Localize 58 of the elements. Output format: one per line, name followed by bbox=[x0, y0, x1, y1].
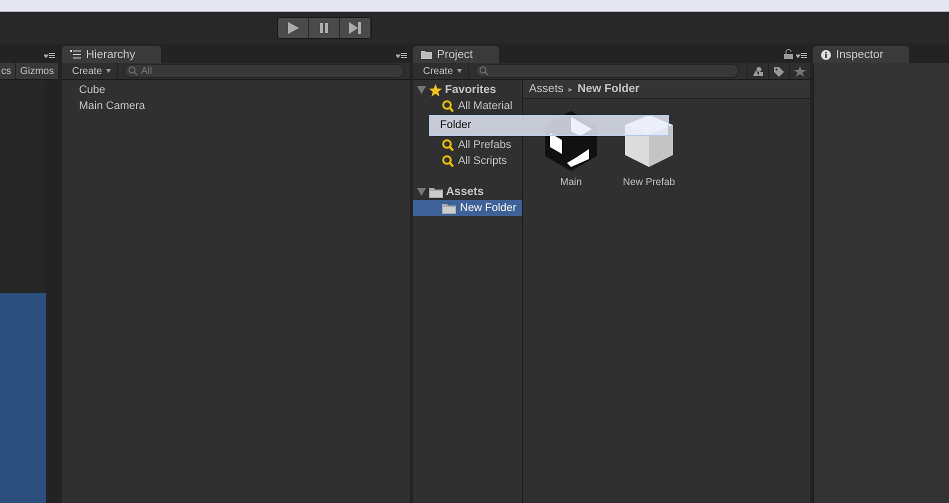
tree-label: Favorites bbox=[445, 84, 496, 96]
tree-label: New Folder bbox=[460, 202, 516, 214]
tab-label: Inspector bbox=[836, 48, 884, 60]
tree-label: All Material bbox=[458, 100, 512, 112]
drag-tooltip: Folder bbox=[429, 115, 669, 136]
breadcrumb-item[interactable]: Assets bbox=[529, 83, 564, 95]
tree-label: Assets bbox=[446, 186, 484, 198]
expanded-triangle-icon[interactable] bbox=[417, 188, 426, 196]
caret-icon bbox=[457, 69, 462, 73]
tree-header[interactable]: Assets bbox=[413, 184, 522, 200]
panel-menu-icon[interactable] bbox=[796, 53, 807, 59]
panel-tab[interactable]: Inspector bbox=[813, 46, 910, 63]
panel-tab[interactable]: Project bbox=[413, 46, 499, 63]
folder-icon bbox=[421, 50, 432, 59]
folder-icon bbox=[429, 186, 443, 198]
list-icon bbox=[70, 50, 81, 59]
toolbar-button[interactable]: Gizmos bbox=[15, 63, 58, 79]
pause-button[interactable] bbox=[309, 18, 340, 38]
tree-label: All Scripts bbox=[458, 155, 507, 167]
star-icon bbox=[429, 84, 442, 96]
panel-menu-icon[interactable] bbox=[44, 53, 55, 59]
search-icon bbox=[442, 154, 454, 168]
caret-icon bbox=[106, 69, 112, 73]
play-icon bbox=[286, 21, 300, 35]
breadcrumb-separator: ▸ bbox=[568, 84, 573, 94]
panel-tab[interactable]: Hierarchy bbox=[62, 46, 162, 63]
asset-label[interactable]: Main bbox=[560, 177, 582, 188]
tree-label: All Prefabs bbox=[458, 139, 512, 151]
info-icon bbox=[821, 50, 831, 60]
pause-icon bbox=[317, 21, 331, 35]
tag-icon bbox=[773, 66, 785, 76]
lock-icon[interactable] bbox=[784, 49, 793, 59]
panel-menu-icon[interactable] bbox=[396, 53, 407, 59]
expanded-triangle-icon[interactable] bbox=[417, 86, 426, 94]
hierarchy-item[interactable]: Main Camera bbox=[62, 98, 410, 114]
search-icon bbox=[442, 138, 454, 152]
toolbar-button[interactable]: cs bbox=[0, 63, 16, 79]
folder-icon bbox=[442, 202, 456, 214]
star-icon bbox=[794, 66, 806, 76]
play-button[interactable] bbox=[278, 18, 309, 38]
asset-label[interactable]: New Prefab bbox=[622, 177, 676, 188]
hierarchy-item[interactable]: Cube bbox=[62, 82, 410, 98]
step-icon bbox=[348, 21, 362, 35]
step-button[interactable] bbox=[340, 18, 371, 38]
create-dropdown[interactable]: Create bbox=[417, 63, 470, 79]
shapes-icon bbox=[752, 66, 764, 76]
breadcrumb-item[interactable]: New Folder bbox=[578, 83, 640, 95]
favorite-item[interactable]: All Material bbox=[413, 98, 522, 114]
favorite-item[interactable]: All Prefabs bbox=[413, 137, 522, 153]
search-field[interactable]: All bbox=[124, 64, 404, 78]
search-icon bbox=[442, 100, 454, 112]
create-dropdown[interactable]: Create bbox=[66, 63, 118, 79]
favorite-item[interactable]: All Scripts bbox=[413, 153, 522, 169]
tab-label: Project bbox=[437, 48, 473, 60]
search-field[interactable] bbox=[475, 64, 739, 78]
tab-label: Hierarchy bbox=[86, 48, 136, 60]
tree-header[interactable]: Favorites bbox=[413, 82, 522, 98]
folder-item[interactable]: New Folder bbox=[413, 200, 522, 216]
